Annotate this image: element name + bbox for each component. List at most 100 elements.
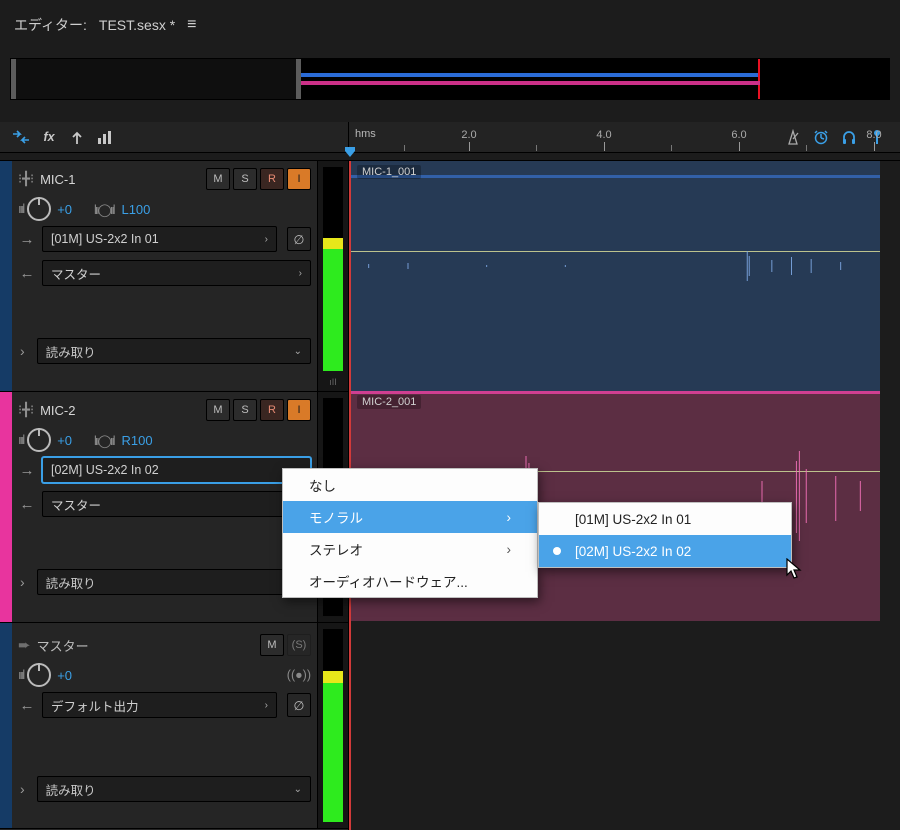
- track-header-mic1[interactable]: ⁝╋⁝ MIC-1 M S R I ıııl +0 lıı◯ııl L1: [0, 161, 348, 392]
- panel-menu-icon[interactable]: ≡: [187, 16, 196, 34]
- menu-item-audio-hardware[interactable]: オーディオハードウェア...: [283, 565, 537, 597]
- output-selected: デフォルト出力: [51, 696, 139, 715]
- session-overview[interactable]: [10, 58, 890, 100]
- overview-tracks: [301, 59, 889, 99]
- submenu-item-in01[interactable]: [01M] US-2x2 In 01: [539, 503, 791, 535]
- input-monitor-button[interactable]: I: [287, 168, 311, 190]
- input-mono-submenu[interactable]: [01M] US-2x2 In 01 [02M] US-2x2 In 02: [538, 502, 792, 568]
- volume-knob[interactable]: [27, 663, 51, 687]
- volume-icon: ıııl: [18, 202, 23, 216]
- input-arrow-icon: →: [18, 231, 36, 248]
- track-name[interactable]: マスター: [37, 636, 89, 655]
- volume-knob[interactable]: [27, 197, 51, 221]
- waveform-icon: ⁝╋⁝: [18, 402, 34, 418]
- menu-label: モノラル: [309, 507, 363, 527]
- pan-icon: lıı◯ııl: [94, 202, 113, 217]
- eq-bars-icon[interactable]: [92, 126, 118, 148]
- solo-button[interactable]: S: [233, 399, 257, 421]
- track-header-master[interactable]: ➨ マスター M (S) ıııl +0 ((●)) ← デフォルト: [0, 623, 348, 829]
- track-meter: ıII: [317, 161, 348, 391]
- waveform-icon: ⁝╋⁝: [18, 171, 34, 187]
- overview-playhead: [758, 59, 760, 99]
- expand-track-button[interactable]: ›: [18, 574, 27, 590]
- menu-label: [01M] US-2x2 In 01: [575, 512, 691, 527]
- ruler-tick-label: 6.0: [731, 129, 746, 141]
- chevron-down-icon: ⌄: [294, 346, 302, 357]
- track-toolbar: fx hms 2.0 4.0 6.0 8.0: [0, 122, 900, 153]
- input-context-menu[interactable]: なし モノラル › ステレオ › オーディオハードウェア...: [282, 468, 538, 598]
- automation-mode-dropdown[interactable]: 読み取り ⌄: [37, 338, 311, 364]
- overview-viewport[interactable]: [11, 59, 301, 99]
- submenu-item-in02[interactable]: [02M] US-2x2 In 02: [539, 535, 791, 567]
- ruler-tick: [739, 142, 740, 151]
- volume-value[interactable]: +0: [57, 202, 72, 217]
- chevron-right-icon: ›: [299, 268, 302, 279]
- arm-record-button[interactable]: R: [260, 168, 284, 190]
- track-color-stripe: [0, 161, 12, 391]
- menu-item-stereo[interactable]: ステレオ ›: [283, 533, 537, 565]
- playhead-handle[interactable]: [344, 146, 356, 158]
- automation-mode: 読み取り: [46, 342, 96, 361]
- panel-title: エディター: TEST.sesx * ≡: [0, 0, 900, 40]
- volume-knob[interactable]: [27, 428, 51, 452]
- automation-mode: 読み取り: [46, 573, 96, 592]
- track-meter: [317, 623, 348, 828]
- volume-value[interactable]: +0: [57, 668, 72, 683]
- balance-icon[interactable]: ((●)): [287, 668, 311, 682]
- ruler-tick: [874, 142, 875, 151]
- menu-item-mono[interactable]: モノラル ›: [283, 501, 537, 533]
- output-arrow-icon: ←: [18, 496, 36, 513]
- session-filename: TEST.sesx *: [99, 17, 175, 33]
- expand-track-button[interactable]: ›: [18, 781, 27, 797]
- output-dropdown[interactable]: マスター ›: [42, 260, 311, 286]
- submenu-arrow-icon: ›: [507, 542, 512, 557]
- pan-value[interactable]: R100: [121, 433, 152, 448]
- pan-icon: lıı◯ııl: [94, 433, 113, 448]
- input-monitor-button[interactable]: I: [287, 399, 311, 421]
- ruler-unit: hms: [355, 128, 376, 140]
- polarity-button[interactable]: ∅: [287, 227, 311, 251]
- solo-button[interactable]: (S): [287, 634, 311, 656]
- track-name[interactable]: MIC-2: [40, 403, 75, 418]
- ruler-tick-label: 4.0: [596, 129, 611, 141]
- output-arrow-icon: ←: [18, 265, 36, 282]
- sends-icon[interactable]: [64, 126, 90, 148]
- pan-value[interactable]: L100: [121, 202, 150, 217]
- time-ruler[interactable]: hms 2.0 4.0 6.0 8.0: [348, 122, 890, 152]
- input-dropdown[interactable]: [01M] US-2x2 In 01 ›: [42, 226, 277, 252]
- volume-value[interactable]: +0: [57, 433, 72, 448]
- clip-name: MIC-1_001: [357, 165, 421, 179]
- master-track-icon: ➨: [18, 636, 31, 654]
- menu-label: オーディオハードウェア...: [309, 571, 468, 591]
- mute-button[interactable]: M: [260, 634, 284, 656]
- menu-item-none[interactable]: なし: [283, 469, 537, 501]
- io-mode-icon[interactable]: [8, 126, 34, 148]
- output-selected: マスター: [51, 264, 101, 283]
- volume-icon: ıııl: [18, 668, 23, 682]
- expand-track-button[interactable]: ›: [18, 343, 27, 359]
- track-name[interactable]: MIC-1: [40, 172, 75, 187]
- input-arrow-icon: →: [18, 462, 36, 479]
- output-dropdown[interactable]: マスター ›: [42, 491, 311, 517]
- audio-clip-mic1[interactable]: MIC-1_001: [349, 161, 880, 391]
- arm-record-button[interactable]: R: [260, 399, 284, 421]
- mute-button[interactable]: M: [206, 399, 230, 421]
- polarity-button[interactable]: ∅: [287, 693, 311, 717]
- menu-label: [02M] US-2x2 In 02: [575, 544, 691, 559]
- solo-button[interactable]: S: [233, 168, 257, 190]
- meter-scale-icon: ıII: [329, 377, 337, 391]
- mouse-cursor-icon: [786, 558, 804, 583]
- ruler-tick-label: 8.0: [866, 129, 881, 141]
- automation-mode-dropdown[interactable]: 読み取り ⌄: [37, 776, 311, 802]
- output-dropdown[interactable]: デフォルト出力 ›: [42, 692, 277, 718]
- input-dropdown[interactable]: [02M] US-2x2 In 02 ›: [42, 457, 311, 483]
- menu-label: なし: [309, 475, 336, 495]
- chevron-right-icon: ›: [265, 700, 268, 711]
- waveform: [349, 241, 880, 291]
- fx-icon[interactable]: fx: [36, 126, 62, 148]
- input-selected: [02M] US-2x2 In 02: [51, 463, 159, 477]
- automation-mode-dropdown[interactable]: 読み取り ⌄: [37, 569, 311, 595]
- ruler-tick-label: 2.0: [461, 129, 476, 141]
- mute-button[interactable]: M: [206, 168, 230, 190]
- ruler-tick: [604, 142, 605, 151]
